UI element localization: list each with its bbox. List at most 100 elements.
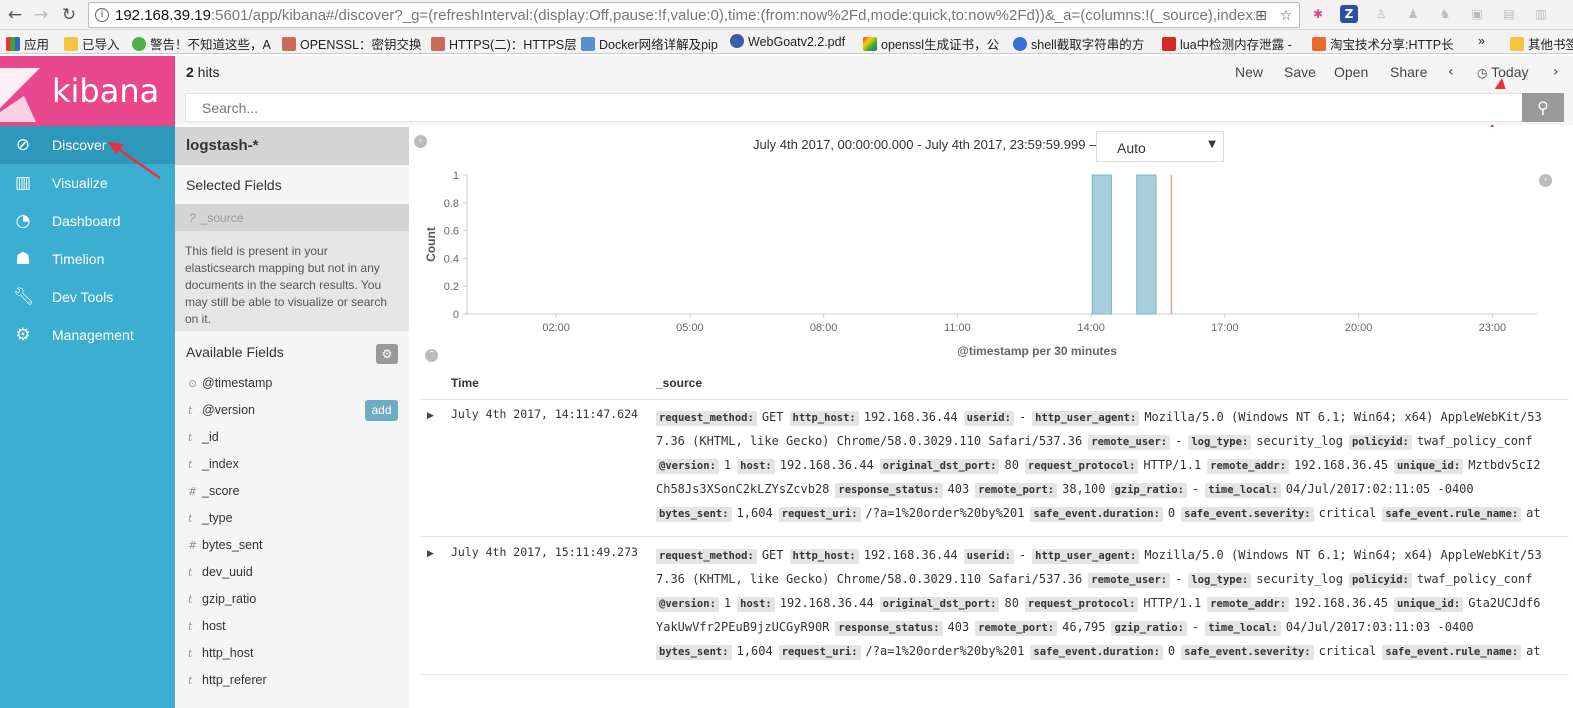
index-pattern[interactable]: logstash-* xyxy=(175,127,409,165)
source-key: log_type: xyxy=(1188,435,1252,450)
nav-dashboard[interactable]: ◔ Dashboard xyxy=(0,202,175,240)
nav-dev-tools[interactable]: 🔧︎ Dev Tools xyxy=(0,278,175,316)
field-item[interactable]: t @version add xyxy=(175,398,409,425)
search-input[interactable] xyxy=(185,93,1523,122)
search-row: ⚲ xyxy=(175,89,1573,125)
time-forward-icon[interactable]: › xyxy=(1553,64,1559,80)
selected-field-source[interactable]: ? _source xyxy=(175,204,409,231)
address-bar[interactable]: i 192.168.39.19:5601/app/kibana#/discove… xyxy=(88,2,1300,28)
source-key: @version: xyxy=(656,597,719,612)
nav-management[interactable]: ⚙ Management xyxy=(0,316,175,354)
field-item[interactable]: t gzip_ratio xyxy=(175,587,409,614)
bookmarks-overflow[interactable]: » xyxy=(1478,34,1485,48)
bookmark-item[interactable]: 淘宝技术分享:HTTP长 xyxy=(1312,34,1454,53)
bookmark-apps[interactable]: 应用 xyxy=(6,34,49,53)
source-key: request_method: xyxy=(656,411,757,426)
x-tick-label: 02:00 xyxy=(542,322,570,334)
extension-icon[interactable]: ▤ xyxy=(1500,5,1518,23)
extension-icon[interactable]: ♟ xyxy=(1404,5,1422,23)
source-value: /?a=1%20order%20by%201 xyxy=(865,644,1025,658)
extension-icon[interactable]: ♙ xyxy=(1372,5,1390,23)
translate-icon[interactable]: ⊞ xyxy=(1253,8,1269,24)
source-value: - xyxy=(1018,410,1027,424)
field-type-unknown-icon: ? xyxy=(189,211,196,225)
field-item[interactable]: ⊙ @timestamp xyxy=(175,371,409,398)
field-item[interactable]: t host xyxy=(175,614,409,641)
site-icon xyxy=(282,37,296,51)
bookmark-item[interactable]: WebGoatv2.2.pdf xyxy=(730,34,845,49)
source-value: HTTP/1.1 xyxy=(1143,458,1202,472)
bookmark-item[interactable]: 警告！不知道这些，A xyxy=(132,34,271,53)
field-type-icon: t xyxy=(188,566,193,579)
source-key: unique_id: xyxy=(1393,597,1464,612)
bookmark-item[interactable]: Docker网络详解及pip xyxy=(581,34,718,53)
field-item[interactable]: t _id xyxy=(175,425,409,452)
available-fields-heading: Available Fields xyxy=(186,344,284,360)
add-field-button[interactable]: add xyxy=(365,400,398,421)
extension-icon[interactable]: ▣ xyxy=(1468,5,1486,23)
source-value: 80 xyxy=(1004,596,1019,610)
reload-icon[interactable]: ↻ xyxy=(58,4,80,26)
field-name: @timestamp xyxy=(202,376,273,390)
forward-icon[interactable]: → xyxy=(30,4,52,26)
field-item[interactable]: t dev_uuid xyxy=(175,560,409,587)
bookmark-item[interactable]: openssl生成证书，公 xyxy=(863,34,999,53)
source-key: http_host: xyxy=(789,549,859,564)
bookmark-other-folder[interactable]: 其他书签 xyxy=(1510,34,1573,53)
column-header-source[interactable]: _source xyxy=(656,376,702,390)
table-row[interactable]: ▶ July 4th 2017, 14:11:47.624 request_meth… xyxy=(421,405,1569,537)
time-back-icon[interactable]: ‹ xyxy=(1448,64,1454,80)
field-type-icon: t xyxy=(188,512,193,525)
field-item[interactable]: t http_referer xyxy=(175,668,409,695)
save-button[interactable]: Save xyxy=(1284,64,1316,80)
bookmark-item[interactable]: OPENSSL：密钥交换 xyxy=(282,34,422,53)
source-key: safe_event.rule_name: xyxy=(1382,507,1522,522)
back-icon[interactable]: ← xyxy=(4,4,26,26)
nav-timelion[interactable]: ☗ Timelion xyxy=(0,240,175,278)
field-name: _type xyxy=(202,511,233,525)
source-key: response_status: xyxy=(835,483,943,498)
doc-timestamp: July 4th 2017, 15:11:49.273 xyxy=(451,545,638,559)
extension-icon[interactable]: ♞ xyxy=(1436,5,1454,23)
source-value: 192.168.36.44 xyxy=(863,548,958,562)
collapse-sidebar-icon[interactable]: ‹ xyxy=(414,135,427,148)
bookmark-item[interactable]: HTTPS(二)：HTTPS层 xyxy=(431,34,577,53)
new-button[interactable]: New xyxy=(1235,64,1263,80)
column-header-time[interactable]: Time xyxy=(451,376,479,390)
bookmark-folder[interactable]: 已导入 xyxy=(64,34,120,53)
extension-icon[interactable]: ▥ xyxy=(1532,5,1550,23)
search-button[interactable]: ⚲ xyxy=(1522,93,1564,122)
expand-row-icon[interactable]: ▶ xyxy=(427,549,434,559)
info-icon[interactable]: i xyxy=(95,8,109,22)
source-value: 403 xyxy=(947,620,970,634)
extension-pinwheel-icon[interactable]: ✱ xyxy=(1309,5,1327,23)
field-item[interactable]: # bytes_sent xyxy=(175,533,409,560)
source-key: http_host: xyxy=(789,411,859,426)
field-item[interactable]: # _score xyxy=(175,479,409,506)
source-line: @version: 1 host: 192.168.36.44 original_dst… xyxy=(656,453,1556,477)
expand-row-icon[interactable]: ▶ xyxy=(427,411,434,421)
y-tick-label: 0.6 xyxy=(444,226,459,238)
source-key: http_user_agent: xyxy=(1032,549,1140,564)
apps-icon xyxy=(6,37,20,51)
source-key: safe_event.rule_name: xyxy=(1382,645,1522,660)
field-type-icon: t xyxy=(188,647,193,660)
field-item[interactable]: t _index xyxy=(175,452,409,479)
interval-value: Auto xyxy=(1117,140,1146,156)
open-button[interactable]: Open xyxy=(1334,64,1368,80)
field-settings-gear-icon[interactable]: ⚙ xyxy=(376,344,398,364)
field-item[interactable]: t _type xyxy=(175,506,409,533)
collapse-chart-icon[interactable]: ⌃ xyxy=(425,349,438,362)
star-icon[interactable]: ☆ xyxy=(1278,8,1294,24)
folder-icon xyxy=(64,37,78,51)
field-item[interactable]: t http_host xyxy=(175,641,409,668)
interval-select[interactable]: Auto ▼ xyxy=(1096,131,1224,162)
source-value: /?a=1%20order%20by%201 xyxy=(865,506,1025,520)
share-button[interactable]: Share xyxy=(1390,64,1427,80)
extension-z-icon[interactable]: Z xyxy=(1340,5,1358,23)
kibana-logo[interactable]: kibana xyxy=(0,56,175,126)
bookmark-item[interactable]: lua中检测内存泄露 - xyxy=(1162,34,1292,53)
bookmark-item[interactable]: shell截取字符串的方 xyxy=(1013,34,1144,53)
source-value: at xyxy=(1526,644,1541,658)
table-row[interactable]: ▶ July 4th 2017, 15:11:49.273 request_meth… xyxy=(421,543,1569,675)
